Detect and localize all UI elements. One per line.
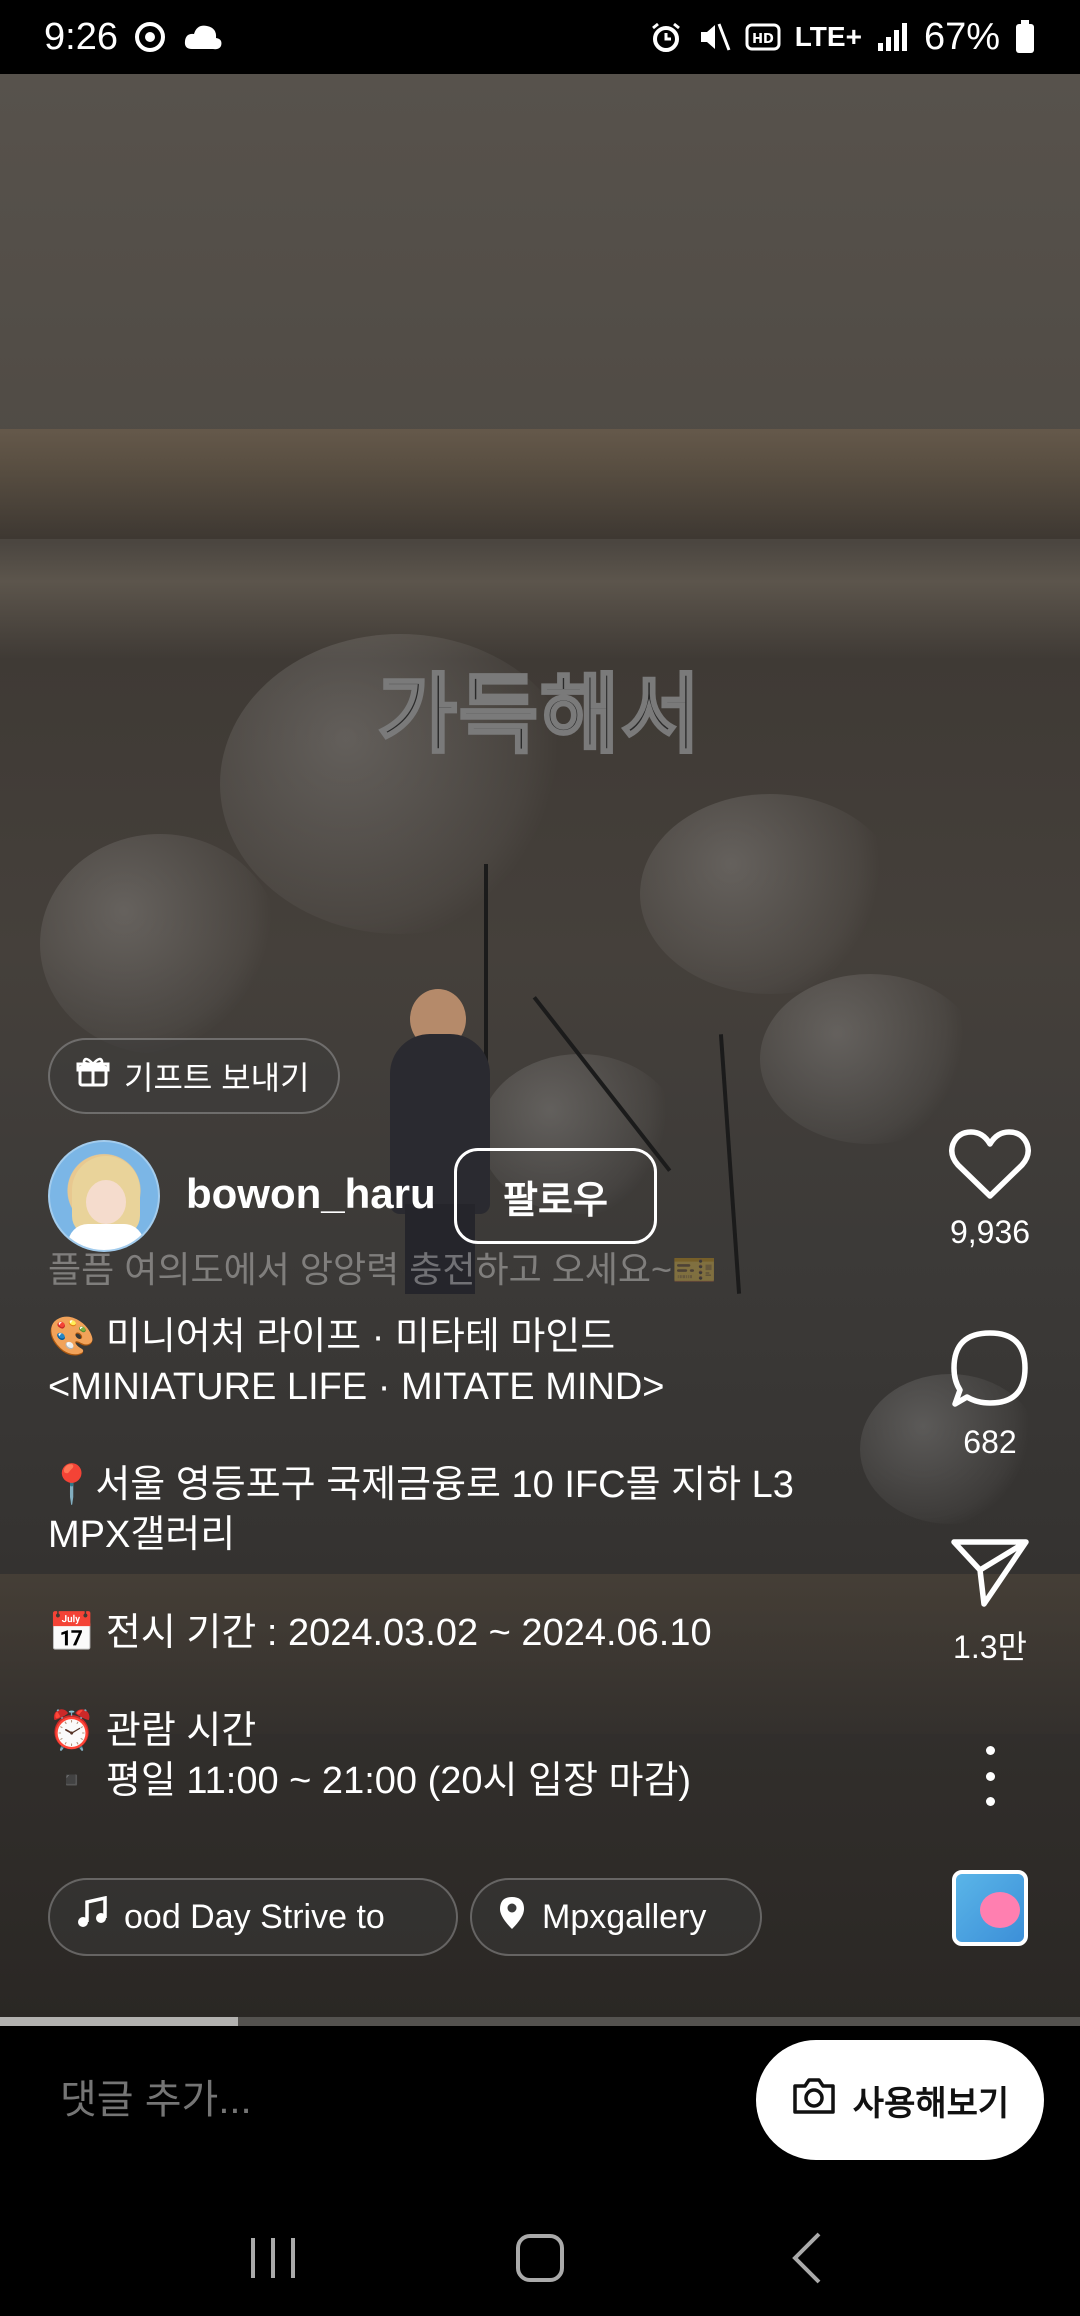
like-count: 9,936 — [949, 1214, 1031, 1250]
avatar-shirt — [68, 1224, 144, 1250]
follow-button[interactable]: 팔로우 — [454, 1148, 657, 1244]
comment-button[interactable]: 682 — [930, 1328, 1050, 1461]
description-faded-line: 플픔 여의도에서 앙앙력 충전하고 오세요~🎫 — [48, 1250, 717, 1290]
share-icon — [951, 1539, 1029, 1607]
mute-icon — [697, 20, 731, 54]
camera-icon — [791, 2076, 837, 2125]
share-count: 1.3만 — [953, 1629, 1027, 1665]
battery-icon — [1014, 19, 1036, 55]
location-pin-icon — [498, 1895, 526, 1940]
shelf-edge — [0, 429, 1080, 539]
description-exhibition-title: 🎨 미니어처 라이프 · 미타테 마인드 <MINIATURE LIFE · M… — [48, 1316, 665, 1408]
recents-icon — [251, 2238, 296, 2278]
music-note-icon — [76, 1895, 108, 1939]
water-drop — [640, 794, 900, 994]
description-period: 📅 전시 기간 : 2024.03.02 ~ 2024.06.10 — [48, 1612, 712, 1654]
status-right: HD LTE+ 67% — [649, 16, 1036, 59]
svg-text:HD: HD — [752, 32, 774, 47]
water-drop — [40, 834, 280, 1054]
comment-count: 682 — [963, 1424, 1017, 1460]
heart-icon — [949, 1129, 1031, 1199]
like-button[interactable]: 9,936 — [930, 1128, 1050, 1251]
signal-icon — [876, 21, 910, 53]
clock: 9:26 — [44, 15, 118, 58]
share-button[interactable]: 1.3만 — [930, 1536, 1050, 1668]
gift-icon — [76, 1055, 110, 1097]
comment-bar: 사용해보기 — [0, 2026, 1080, 2200]
location-chip[interactable]: Mpxgallery — [470, 1878, 762, 1956]
comment-icon — [951, 1330, 1028, 1407]
progress-fill — [0, 2017, 238, 2026]
send-gift-button[interactable]: 기프트 보내기 — [48, 1038, 340, 1114]
back-button[interactable] — [757, 2208, 857, 2308]
more-dot — [985, 1797, 995, 1806]
sync-icon — [132, 19, 168, 55]
try-label: 사용해보기 — [852, 2084, 1010, 2123]
more-options-button[interactable] — [975, 1746, 1005, 1806]
gift-label: 기프트 보내기 — [124, 1060, 310, 1096]
water-drop — [760, 974, 980, 1144]
channel-name[interactable]: bowon_haru — [186, 1170, 436, 1218]
system-navigation-bar — [0, 2200, 1080, 2316]
home-icon — [515, 2234, 564, 2282]
try-template-button[interactable]: 사용해보기 — [756, 2040, 1044, 2160]
avatar[interactable] — [48, 1140, 160, 1252]
alarm-icon — [649, 20, 683, 54]
description-hours: ⏰ 관람 시간 ▪️ 평일 11:00 ~ 21:00 (20시 입장 마감) — [48, 1710, 692, 1802]
music-chip[interactable]: ood Day Strive to — [48, 1878, 458, 1956]
avatar-face — [86, 1180, 126, 1224]
hd-icon: HD — [745, 21, 781, 53]
network-type: LTE+ — [794, 21, 862, 52]
back-icon — [791, 2232, 821, 2284]
comment-input[interactable] — [60, 2078, 575, 2123]
cloud-icon — [182, 19, 224, 55]
status-bar: 9:26 HD LTE+ 67% — [0, 0, 1080, 74]
audio-thumbnail-art — [980, 1892, 1020, 1928]
recent-apps-button[interactable] — [223, 2208, 323, 2308]
video-description[interactable]: 플픔 여의도에서 앙앙력 충전하고 오세요~🎫 🎨 미니어처 라이프 · 미타테… — [48, 1250, 848, 1854]
video-caption: 가득해서 — [376, 664, 703, 767]
location-name: Mpxgallery — [542, 1897, 707, 1936]
more-dot — [985, 1771, 995, 1781]
music-title: ood Day Strive to — [124, 1897, 385, 1936]
audio-thumbnail[interactable] — [952, 1870, 1028, 1946]
battery-level: 67% — [923, 15, 1000, 58]
playback-progress[interactable] — [0, 2017, 1080, 2026]
status-left: 9:26 — [44, 16, 224, 59]
more-dot — [985, 1746, 995, 1755]
description-location: 📍서울 영등포구 국제금융로 10 IFC몰 지하 L3 MPX갤러리 — [48, 1464, 794, 1556]
home-button[interactable] — [490, 2208, 590, 2308]
